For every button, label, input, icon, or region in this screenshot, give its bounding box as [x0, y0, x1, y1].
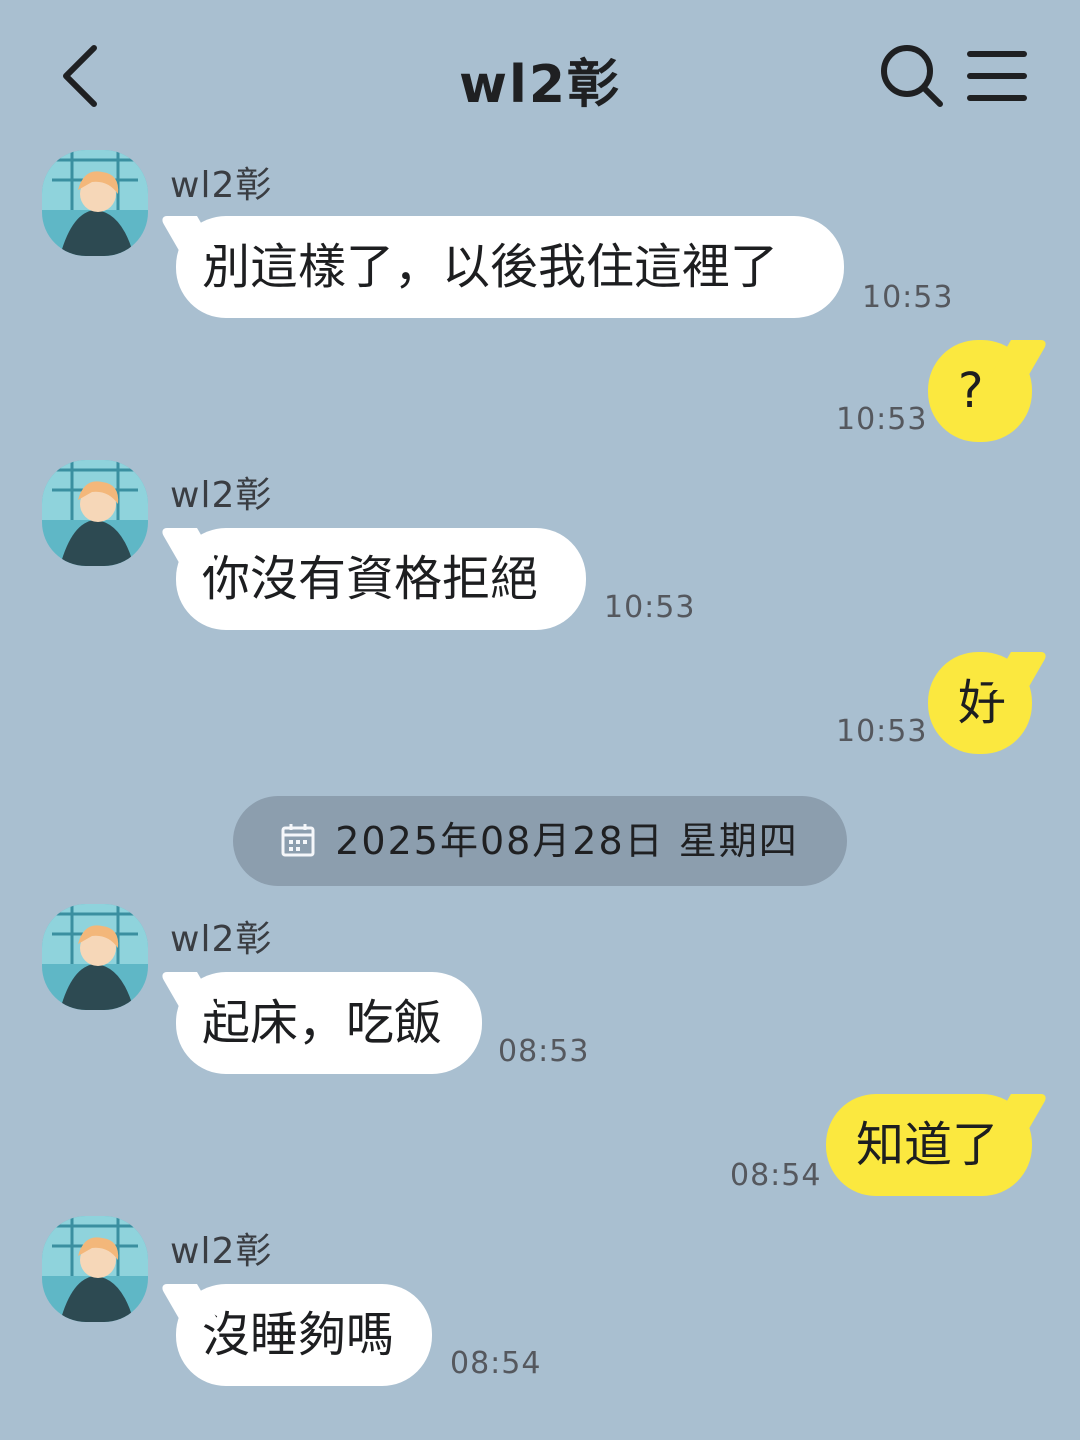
sender-name: wl2彰: [170, 475, 273, 516]
date-separator-text: 2025年08月28日 星期四: [335, 819, 799, 863]
menu-button[interactable]: [966, 48, 1028, 104]
message-time: 10:53: [836, 402, 928, 437]
avatar[interactable]: [42, 904, 148, 1010]
sender-name: wl2彰: [170, 1231, 273, 1272]
message-bubble-outgoing[interactable]: 好: [928, 652, 1032, 754]
message-bubble-outgoing[interactable]: ?: [928, 340, 1032, 442]
message-bubble-incoming[interactable]: 你沒有資格拒絕: [176, 528, 586, 630]
message-bubble-incoming[interactable]: 沒睡夠嗎: [176, 1284, 432, 1386]
message-time: 08:53: [498, 1034, 590, 1069]
message-time: 10:53: [836, 714, 928, 749]
menu-icon: [967, 51, 1027, 101]
avatar[interactable]: [42, 1216, 148, 1322]
search-icon: [881, 45, 943, 107]
avatar[interactable]: [42, 460, 148, 566]
sender-name: wl2彰: [170, 165, 273, 206]
message-time: 08:54: [730, 1158, 822, 1193]
message-time: 10:53: [604, 590, 696, 625]
message-time: 08:54: [450, 1346, 542, 1381]
message-bubble-outgoing[interactable]: 知道了: [826, 1094, 1032, 1196]
message-bubble-incoming[interactable]: 起床，吃飯: [176, 972, 482, 1074]
date-separator: 2025年08月28日 星期四: [233, 796, 847, 886]
chat-header: wl2彰: [0, 0, 1080, 150]
sender-name: wl2彰: [170, 919, 273, 960]
calendar-icon: [281, 823, 315, 857]
avatar[interactable]: [42, 150, 148, 256]
search-button[interactable]: [876, 40, 948, 112]
message-time: 10:53: [862, 280, 954, 315]
message-bubble-incoming[interactable]: 別這樣了，以後我住這裡了: [176, 216, 844, 318]
